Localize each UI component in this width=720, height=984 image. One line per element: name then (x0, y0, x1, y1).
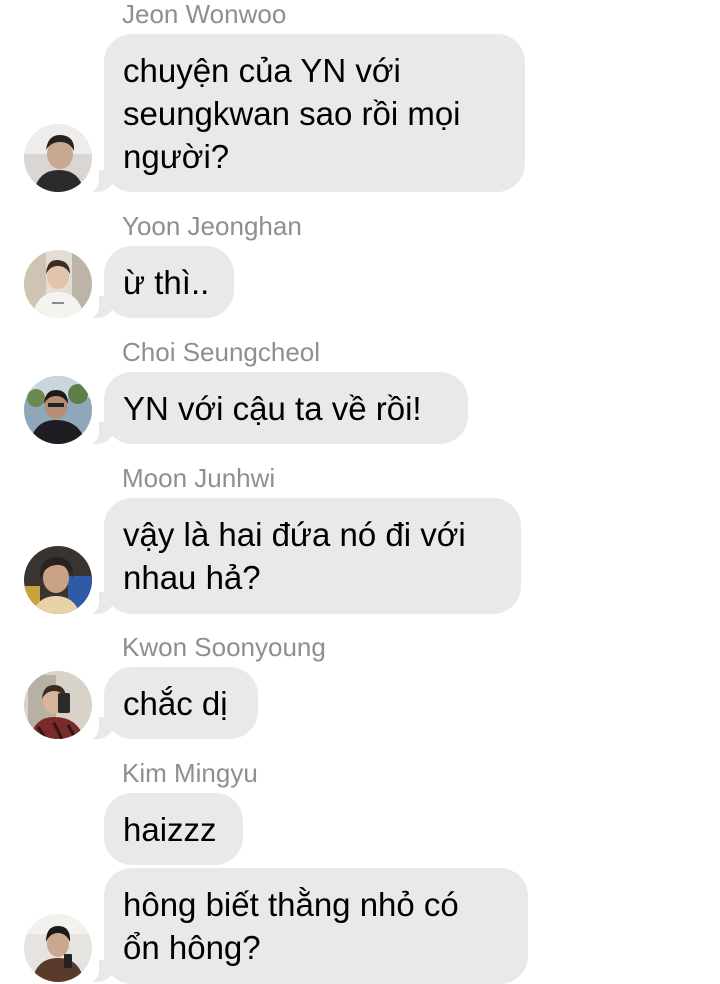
message-bubble[interactable]: vậy là hai đứa nó đi với nhau hả? (104, 498, 521, 614)
bubble-tail (81, 590, 115, 616)
message-bubble[interactable]: chắc dị (104, 667, 258, 739)
bubble-tail (81, 168, 115, 194)
sender-name-seungcheol: Choi Seungcheol (122, 337, 321, 367)
sender-name-jeonghan: Yoon Jeonghan (122, 211, 302, 241)
message-bubble[interactable]: haizzz (104, 793, 243, 865)
profile-photo-icon (24, 914, 92, 982)
sender-name-junhwi: Moon Junhwi (122, 463, 276, 493)
message-text: YN với cậu ta về rồi! (123, 389, 422, 427)
group-chat-thread: Jeon Wonwoo chuyện của YN với seungkwan … (0, 0, 720, 984)
sender-name-wonwoo: Jeon Wonwoo (122, 0, 287, 29)
sender-name-mingyu: Kim Mingyu (122, 758, 258, 788)
avatar-jeonghan[interactable] (24, 250, 92, 318)
avatar-mingyu[interactable] (24, 914, 92, 982)
avatar-junhwi[interactable] (24, 546, 92, 614)
bubble-tail (81, 715, 115, 741)
message-bubble[interactable]: ừ thì.. (104, 246, 234, 318)
message-text: ừ thì.. (123, 263, 210, 301)
message-bubble[interactable]: chuyện của YN với seungkwan sao rồi mọi … (104, 34, 525, 192)
message-text: chuyện của YN với seungkwan sao rồi mọi … (123, 51, 461, 175)
bubble-tail (81, 420, 115, 446)
message-text: vậy là hai đứa nó đi với nhau hả? (123, 516, 466, 596)
profile-photo-icon (24, 124, 92, 192)
avatar-soonyoung[interactable] (24, 671, 92, 739)
message-text: haizzz (123, 810, 217, 848)
profile-photo-icon (24, 376, 92, 444)
bubble-tail (81, 958, 115, 984)
profile-photo-icon (24, 546, 92, 614)
bubble-tail (81, 294, 115, 320)
message-bubble[interactable]: YN với cậu ta về rồi! (104, 372, 468, 444)
sender-name-soonyoung: Kwon Soonyoung (122, 632, 326, 662)
message-text: chắc dị (123, 684, 228, 722)
message-bubble[interactable]: hông biết thằng nhỏ có ổn hông? (104, 868, 528, 984)
avatar-wonwoo[interactable] (24, 124, 92, 192)
profile-photo-icon (24, 250, 92, 318)
profile-photo-icon (24, 671, 92, 739)
message-text: hông biết thằng nhỏ có ổn hông? (123, 886, 459, 966)
avatar-seungcheol[interactable] (24, 376, 92, 444)
